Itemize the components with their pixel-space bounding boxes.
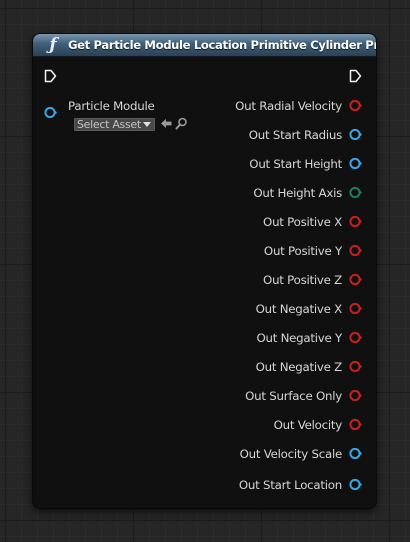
out-surface-only-label: Out Surface Only: [245, 389, 342, 403]
out-positive-y-label: Out Positive Y: [263, 244, 342, 258]
out-height-axis-pin[interactable]: [349, 186, 362, 199]
out-start-location-pin[interactable]: [349, 478, 362, 491]
function-icon: ƒ: [49, 35, 57, 55]
use-selected-asset-arrow-icon[interactable]: [160, 117, 173, 130]
particle-module-input-pin[interactable]: [44, 106, 57, 119]
node-title: Get Particle Module Location Primitive C…: [68, 38, 376, 52]
out-negative-y-pin[interactable]: [349, 331, 362, 344]
out-negative-z-pin[interactable]: [349, 360, 362, 373]
node-header[interactable]: ƒ Get Particle Module Location Primitive…: [33, 34, 376, 57]
browse-search-icon[interactable]: [175, 117, 188, 130]
out-velocity-label: Out Velocity: [273, 418, 343, 432]
out-positive-z-label: Out Positive Z: [263, 273, 342, 287]
out-velocity-scale-label: Out Velocity Scale: [239, 447, 343, 461]
out-start-radius-pin[interactable]: [349, 128, 362, 141]
out-positive-y-pin[interactable]: [349, 244, 362, 257]
exec-output-pin[interactable]: [349, 69, 362, 83]
exec-input-pin[interactable]: [44, 69, 57, 83]
out-negative-z-label: Out Negative Z: [255, 360, 343, 374]
select-asset-label: Select Asset: [77, 118, 141, 131]
out-height-axis-label: Out Height Axis: [253, 186, 342, 200]
out-negative-x-pin[interactable]: [349, 302, 362, 315]
particle-module-label: Particle Module: [68, 99, 155, 113]
out-radial-velocity-label: Out Radial Velocity: [235, 99, 342, 113]
out-negative-x-label: Out Negative X: [255, 302, 343, 316]
out-positive-x-label: Out Positive X: [263, 215, 342, 229]
out-start-height-pin[interactable]: [349, 157, 362, 170]
out-start-height-label: Out Start Height: [249, 157, 342, 171]
chevron-down-icon: [143, 122, 151, 127]
out-start-location-label: Out Start Location: [238, 478, 342, 492]
out-radial-velocity-pin[interactable]: [349, 99, 362, 112]
out-start-radius-label: Out Start Radius: [248, 128, 343, 142]
out-surface-only-pin[interactable]: [349, 389, 362, 402]
out-positive-z-pin[interactable]: [349, 273, 362, 286]
out-velocity-scale-pin[interactable]: [349, 447, 362, 460]
out-negative-y-label: Out Negative Y: [256, 331, 342, 345]
select-asset-dropdown[interactable]: Select Asset: [74, 118, 155, 131]
out-positive-x-pin[interactable]: [349, 215, 362, 228]
out-velocity-pin[interactable]: [349, 418, 362, 431]
blueprint-node[interactable]: ƒ Get Particle Module Location Primitive…: [33, 34, 376, 508]
